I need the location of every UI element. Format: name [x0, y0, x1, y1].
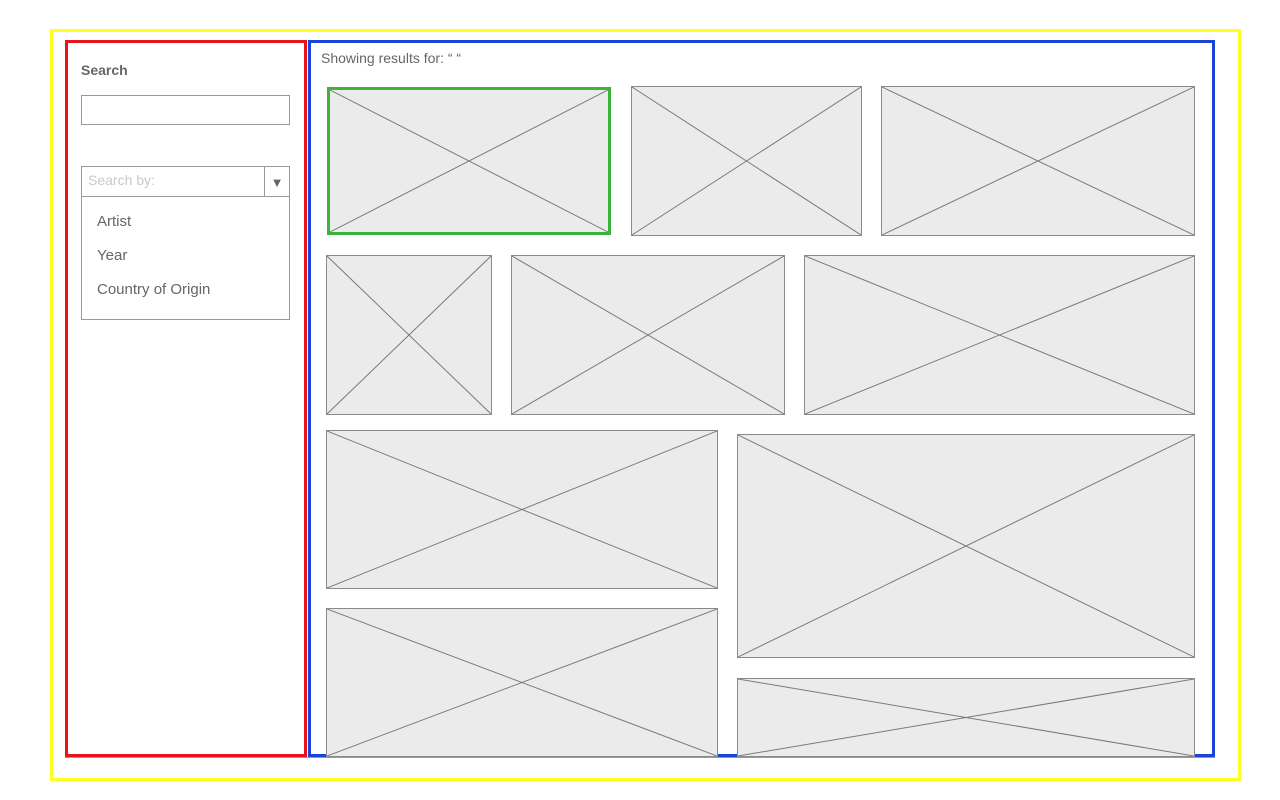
divider — [65, 757, 1215, 758]
result-thumbnail[interactable] — [804, 255, 1195, 415]
dropdown-option-country-of-origin[interactable]: Country of Origin — [97, 281, 210, 298]
search-by-placeholder: Search by: — [88, 172, 155, 188]
search-sidebar — [65, 40, 307, 757]
dropdown-option-artist[interactable]: Artist — [97, 213, 131, 230]
result-thumbnail[interactable] — [326, 255, 492, 415]
dropdown-option-year[interactable]: Year — [97, 247, 127, 264]
search-heading: Search — [81, 62, 128, 78]
result-thumbnail[interactable] — [511, 255, 785, 415]
results-label: Showing results for: “ “ — [321, 50, 462, 66]
image-placeholder-icon — [882, 87, 1194, 235]
search-by-dropdown[interactable]: Search by: ▼ Artist Year Country of Orig… — [81, 166, 290, 320]
result-thumbnail[interactable] — [737, 434, 1195, 658]
image-placeholder-icon — [738, 435, 1194, 657]
image-placeholder-icon — [738, 679, 1194, 756]
result-thumbnail[interactable] — [737, 678, 1195, 757]
image-placeholder-icon — [330, 90, 608, 232]
result-thumbnail[interactable] — [881, 86, 1195, 236]
image-placeholder-icon — [327, 256, 491, 414]
result-thumbnail[interactable] — [326, 608, 718, 757]
image-placeholder-icon — [805, 256, 1194, 414]
result-thumbnail[interactable] — [326, 430, 718, 589]
result-thumbnail[interactable] — [327, 87, 611, 235]
image-placeholder-icon — [327, 431, 717, 588]
chevron-down-icon[interactable]: ▼ — [264, 167, 289, 197]
result-thumbnail[interactable] — [631, 86, 862, 236]
image-placeholder-icon — [632, 87, 861, 235]
search-input[interactable] — [81, 95, 290, 125]
image-placeholder-icon — [512, 256, 784, 414]
search-by-select[interactable]: Search by: ▼ — [82, 167, 289, 197]
image-placeholder-icon — [327, 609, 717, 756]
